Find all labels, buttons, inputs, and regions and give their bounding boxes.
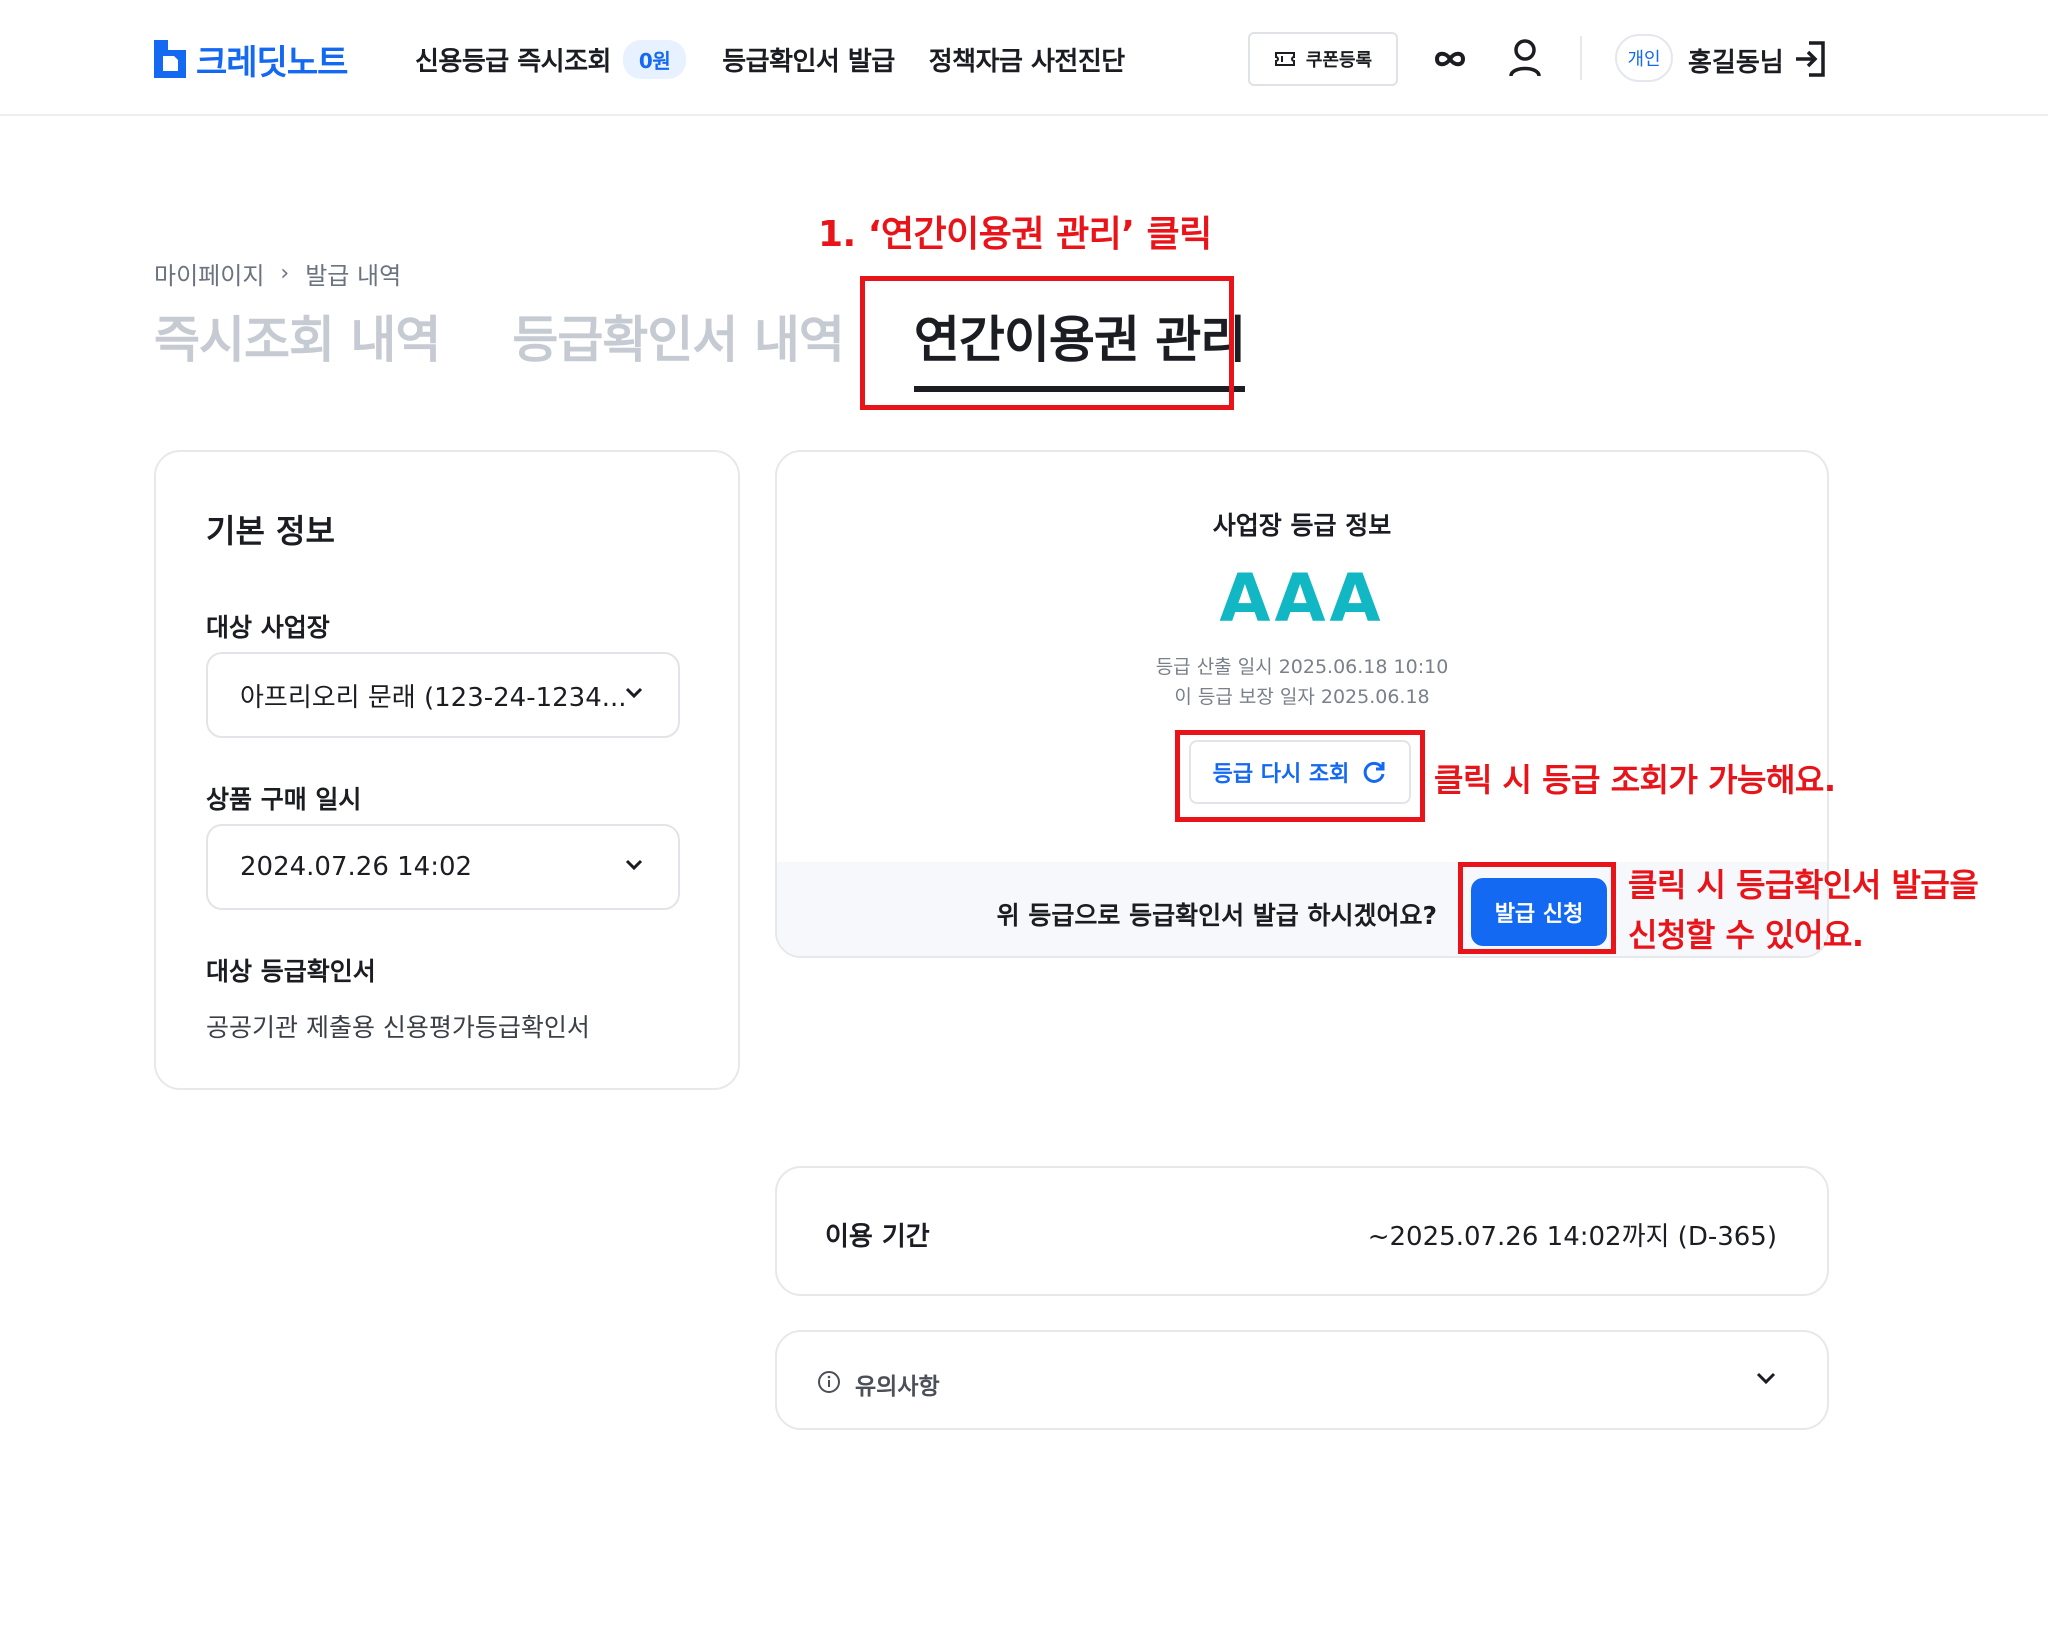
usage-period-label: 이용 기간 (825, 1222, 930, 1252)
breadcrumb: 마이페이지 › 발급 내역 (154, 256, 401, 291)
ticket-icon (1274, 52, 1295, 66)
logo-icon (154, 40, 186, 78)
breadcrumb-root[interactable]: 마이페이지 (154, 256, 264, 291)
account-type-badge: 개인 (1615, 34, 1673, 82)
tab-instant-history[interactable]: 즉시조회 내역 (154, 300, 441, 372)
notice-label: 유의사항 (855, 1374, 940, 1400)
nav-instant-check[interactable]: 신용등급 즉시조회 (415, 41, 611, 78)
header-divider (1580, 36, 1582, 80)
nav-certificate[interactable]: 등급확인서 발급 (722, 41, 895, 78)
notice-accordion[interactable]: 유의사항 (775, 1330, 1829, 1430)
certificate-value: 공공기관 제출용 신용평가등급확인서 (206, 1013, 590, 1042)
purchase-select[interactable]: 2024.07.26 14:02 (206, 824, 680, 910)
annotation-issue-line1: 클릭 시 등급확인서 발급을 (1628, 866, 1979, 904)
purchase-select-value: 2024.07.26 14:02 (240, 852, 473, 882)
business-select-value: 아프리오리 문래 (123-24-1234... (240, 682, 627, 713)
logo[interactable]: 크레딧노트 (152, 38, 348, 83)
basic-info-card: 기본 정보 대상 사업장 아프리오리 문래 (123-24-1234... 상품… (154, 450, 740, 1090)
annotation-issue-hint: 클릭 시 등급확인서 발급을 신청할 수 있어요. (1628, 860, 1979, 960)
infinity-icon[interactable] (1432, 44, 1468, 74)
username: 홍길동님 (1688, 48, 1784, 78)
top-header: 크레딧노트 신용등급 즉시조회 0원 등급확인서 발급 정책자금 사전진단 쿠폰… (0, 0, 2048, 116)
chevron-down-icon (625, 687, 643, 699)
user-icon[interactable] (1508, 38, 1542, 78)
basic-info-title: 기본 정보 (206, 512, 335, 550)
business-select[interactable]: 아프리오리 문래 (123-24-1234... (206, 652, 680, 738)
annotation-highlight-issue (1458, 862, 1616, 954)
annotation-step1: 1. ‘연간이용권 관리’ 클릭 (818, 214, 1212, 255)
grade-calculated-at: 등급 산출 일시 2025.06.18 10:10 (1155, 656, 1449, 678)
main-nav: 신용등급 즉시조회 0원 등급확인서 발급 정책자금 사전진단 (415, 40, 1125, 79)
logout-icon[interactable] (1793, 40, 1827, 78)
nav-policy-fund[interactable]: 정책자금 사전진단 (929, 41, 1125, 78)
nav-instant-price-badge: 0원 (622, 40, 687, 79)
breadcrumb-current: 발급 내역 (305, 262, 402, 290)
grade-guaranteed-at: 이 등급 보장 일자 2025.06.18 (1174, 686, 1430, 708)
info-icon (818, 1371, 840, 1393)
usage-period-value: ~2025.07.26 14:02까지 (D-365) (1367, 1222, 1777, 1252)
annotation-highlight-tab (860, 276, 1234, 410)
business-label: 대상 사업장 (206, 613, 330, 642)
annotation-highlight-reload (1175, 730, 1425, 822)
chevron-down-icon (1756, 1372, 1776, 1385)
grade-title: 사업장 등급 정보 (1212, 511, 1392, 540)
usage-period-card: 이용 기간 ~2025.07.26 14:02까지 (D-365) (775, 1166, 1829, 1296)
chevron-right-icon: › (280, 261, 290, 286)
coupon-register-button[interactable]: 쿠폰등록 (1248, 32, 1398, 86)
logo-text: 크레딧노트 (196, 42, 348, 83)
coupon-register-label: 쿠폰등록 (1305, 50, 1373, 71)
annotation-reload-hint: 클릭 시 등급 조회가 가능해요. (1434, 761, 1836, 799)
grade-value: AAA (1219, 560, 1385, 637)
issue-question: 위 등급으로 등급확인서 발급 하시겠어요? (996, 901, 1437, 930)
chevron-down-icon (625, 859, 643, 871)
purchase-label: 상품 구매 일시 (206, 785, 362, 814)
annotation-issue-line2: 신청할 수 있어요. (1628, 916, 1864, 954)
certificate-label: 대상 등급확인서 (206, 957, 376, 986)
tab-certificate-history[interactable]: 등급확인서 내역 (512, 300, 844, 372)
